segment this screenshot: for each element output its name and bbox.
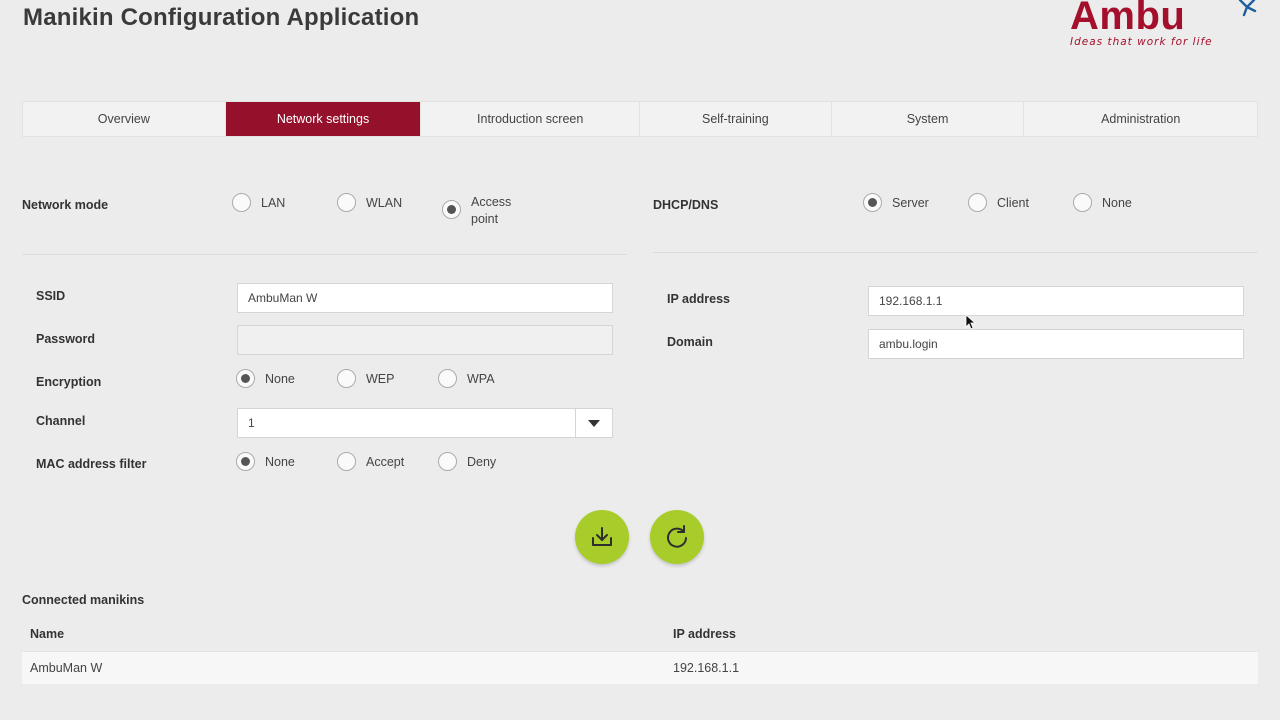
option-label: Client (997, 196, 1029, 210)
mouse-cursor-icon (965, 314, 975, 330)
radio-button[interactable] (337, 369, 356, 388)
network-mode-access-point-option[interactable]: Access point (442, 194, 519, 228)
option-label: WLAN (366, 196, 403, 210)
radio-button-selected[interactable] (863, 193, 882, 212)
network-mode-lan-option[interactable]: LAN (232, 193, 286, 212)
tab-system[interactable]: System (832, 102, 1025, 136)
radio-button[interactable] (968, 193, 987, 212)
mac-filter-deny-option[interactable]: Deny (438, 452, 497, 471)
ip-address-label: IP address (667, 292, 731, 306)
connected-manikins-title: Connected manikins (22, 593, 145, 607)
domain-label: Domain (667, 335, 713, 349)
radio-button[interactable] (232, 193, 251, 212)
radio-button-selected[interactable] (442, 200, 461, 219)
option-label: WEP (366, 372, 395, 386)
option-label: WPA (467, 372, 495, 386)
manikin-ip-cell: 192.168.1.1 (673, 661, 740, 675)
radio-button-selected[interactable] (236, 369, 255, 388)
manikin-name-cell: AmbuMan W (30, 661, 103, 675)
option-label: Deny (467, 455, 497, 469)
tab-bar: Overview Network settings Introduction s… (22, 101, 1258, 137)
tab-self-training[interactable]: Self-training (640, 102, 832, 136)
option-label: None (1102, 196, 1132, 210)
encryption-none-option[interactable]: None (236, 369, 295, 388)
radio-button[interactable] (337, 452, 356, 471)
tab-introduction-screen[interactable]: Introduction screen (421, 102, 640, 136)
channel-select[interactable]: 1 (237, 408, 613, 438)
tab-administration[interactable]: Administration (1024, 102, 1257, 136)
save-button[interactable] (575, 510, 629, 564)
domain-input[interactable]: ambu.login (868, 329, 1244, 359)
ssid-input[interactable]: AmbuMan W (237, 283, 613, 313)
channel-value: 1 (248, 416, 255, 430)
radio-button[interactable] (438, 369, 457, 388)
dhcp-server-option[interactable]: Server (863, 193, 929, 212)
chevron-down-icon[interactable] (575, 409, 612, 437)
mac-filter-label: MAC address filter (36, 457, 147, 471)
option-label: Accept (366, 455, 405, 469)
network-mode-label: Network mode (22, 198, 109, 212)
password-input[interactable] (237, 325, 613, 355)
divider (653, 252, 1258, 253)
divider (22, 254, 627, 255)
radio-button[interactable] (1073, 193, 1092, 212)
encryption-wep-option[interactable]: WEP (337, 369, 395, 388)
mac-filter-none-option[interactable]: None (236, 452, 295, 471)
ambu-logo: Ambu Ideas that work for life (1068, 0, 1258, 52)
radio-button[interactable] (337, 193, 356, 212)
option-label: Access point (471, 195, 512, 226)
table-row[interactable]: AmbuMan W 192.168.1.1 (22, 651, 1258, 684)
password-label: Password (36, 332, 96, 346)
mac-filter-accept-option[interactable]: Accept (337, 452, 405, 471)
option-label: None (265, 372, 295, 386)
encryption-wpa-option[interactable]: WPA (438, 369, 495, 388)
network-mode-wlan-option[interactable]: WLAN (337, 193, 403, 212)
logo-star-icon (1238, 0, 1257, 17)
column-header-name: Name (30, 627, 65, 641)
option-label: LAN (261, 196, 286, 210)
dhcp-client-option[interactable]: Client (968, 193, 1029, 212)
logo-tagline: Ideas that work for life (1070, 36, 1213, 48)
ssid-label: SSID (36, 289, 66, 303)
channel-label: Channel (36, 414, 86, 428)
dhcp-dns-label: DHCP/DNS (653, 198, 719, 212)
ip-address-input[interactable]: 192.168.1.1 (868, 286, 1244, 316)
logo-word: Ambu (1070, 0, 1186, 38)
download-icon (592, 527, 612, 546)
tab-network-settings[interactable]: Network settings (225, 102, 422, 136)
radio-button-selected[interactable] (236, 452, 255, 471)
reload-button[interactable] (650, 510, 704, 564)
option-label: Server (892, 196, 929, 210)
tab-overview[interactable]: Overview (23, 102, 226, 136)
option-label: None (265, 455, 295, 469)
radio-button[interactable] (438, 452, 457, 471)
refresh-icon (667, 525, 687, 548)
dhcp-none-option[interactable]: None (1073, 193, 1132, 212)
encryption-label: Encryption (36, 375, 102, 389)
column-header-ip-address: IP address (673, 627, 737, 641)
app-title: Manikin Configuration Application (23, 4, 420, 31)
